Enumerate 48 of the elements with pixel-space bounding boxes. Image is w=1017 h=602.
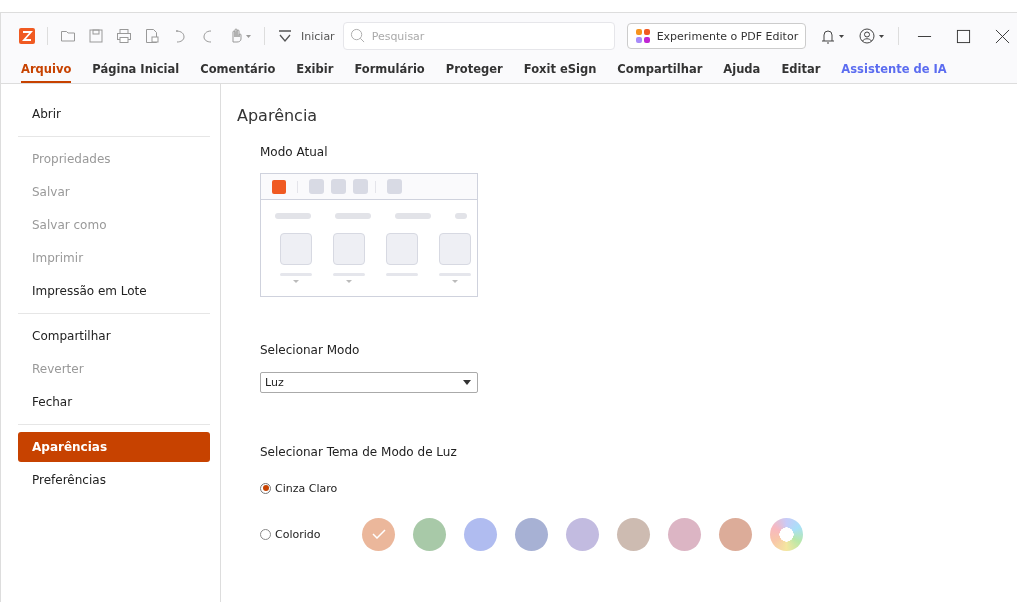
document-icon[interactable] xyxy=(144,28,160,44)
color-swatch[interactable] xyxy=(668,517,701,551)
ribbon-tab[interactable]: Arquivo xyxy=(21,59,72,83)
sidebar-item[interactable]: Aparências xyxy=(18,432,210,462)
color-swatch[interactable] xyxy=(566,517,599,551)
theme-radio[interactable]: Cinza Claro xyxy=(260,481,362,495)
ribbon-tab[interactable]: Comentário xyxy=(200,59,276,83)
try-pdf-editor-button[interactable]: Experimente o PDF Editor xyxy=(626,23,807,49)
start-label[interactable]: Iniciar xyxy=(301,29,335,43)
ribbon-tab[interactable]: Compartilhar xyxy=(617,59,703,83)
ribbon-tab[interactable]: Assistente de IA xyxy=(841,59,947,83)
section-label: Selecionar Modo xyxy=(260,343,361,357)
close-icon[interactable] xyxy=(995,28,1011,44)
search-field[interactable]: Pesquisar xyxy=(342,22,615,50)
color-swatch[interactable] xyxy=(464,517,497,551)
mode-dropdown[interactable]: Luz xyxy=(260,372,478,393)
print-icon[interactable] xyxy=(116,28,132,44)
color-swatch[interactable] xyxy=(617,517,650,551)
color-swatch[interactable] xyxy=(413,517,446,551)
sidebar-item[interactable]: Fechar xyxy=(18,387,210,417)
ribbon-tab[interactable]: Editar xyxy=(781,59,821,83)
page-title: Aparência xyxy=(237,106,319,125)
search-icon xyxy=(349,28,365,43)
ribbon-tab[interactable]: Foxit eSign xyxy=(523,59,597,83)
caret-icon xyxy=(463,380,471,385)
section-label: Selecionar Tema de Modo de Luz xyxy=(260,445,458,459)
folder-icon[interactable] xyxy=(60,28,76,44)
collapse-icon[interactable] xyxy=(277,28,293,44)
account-icon[interactable] xyxy=(858,27,887,45)
app-logo-icon xyxy=(19,28,35,44)
ribbon-tab[interactable]: Formulário xyxy=(354,59,425,83)
theme-radio[interactable]: Colorido xyxy=(260,527,362,541)
ribbon-tab[interactable]: Página Inicial xyxy=(92,59,180,83)
custom-color-swatch[interactable] xyxy=(770,517,803,551)
save-icon[interactable] xyxy=(88,28,104,44)
color-swatch[interactable] xyxy=(515,517,548,551)
app-grid-icon xyxy=(634,28,651,44)
color-swatch[interactable] xyxy=(719,517,752,551)
maximize-icon[interactable] xyxy=(956,28,972,44)
sidebar-item[interactable]: Abrir xyxy=(18,99,210,129)
ribbon-tab[interactable]: Proteger xyxy=(445,59,503,83)
sidebar-item[interactable]: Preferências xyxy=(18,465,210,495)
ribbon-tab[interactable]: Exibir xyxy=(296,59,334,83)
sidebar-item[interactable]: Compartilhar xyxy=(18,321,210,351)
ribbon-tab[interactable]: Ajuda xyxy=(723,59,761,83)
section-label: Modo Atual xyxy=(260,145,329,159)
color-swatch[interactable] xyxy=(362,517,395,551)
sidebar-item[interactable]: Impressão em Lote xyxy=(18,276,210,306)
